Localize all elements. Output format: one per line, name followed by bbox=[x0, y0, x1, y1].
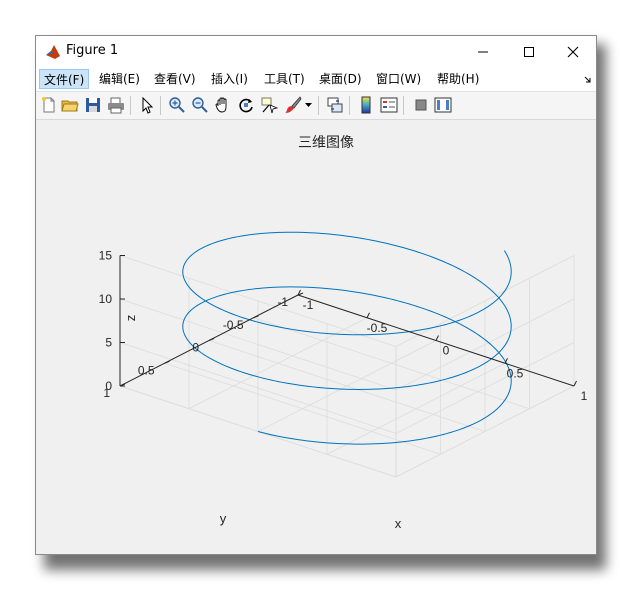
figure-window: Figure 1 文件(F) 编辑(E) 查看(V) 插入(I) 工具(T) 桌… bbox=[35, 35, 597, 555]
toolbar-separator bbox=[349, 96, 350, 115]
y-tick-label: 0.5 bbox=[138, 363, 155, 377]
menu-file[interactable]: 文件(F) bbox=[39, 69, 90, 89]
menu-edit[interactable]: 编辑(E) bbox=[95, 69, 144, 89]
toolbar-separator bbox=[130, 96, 131, 115]
x-tick-mark bbox=[366, 312, 370, 318]
new-figure-icon[interactable] bbox=[40, 96, 58, 114]
zoom-in-icon[interactable] bbox=[168, 96, 186, 114]
window-title: Figure 1 bbox=[66, 43, 119, 58]
colorbar-icon[interactable] bbox=[357, 96, 375, 114]
rotate-3d-icon[interactable] bbox=[237, 96, 255, 114]
x-tick-label: -1 bbox=[303, 298, 314, 312]
close-button[interactable] bbox=[550, 36, 596, 67]
maximize-button[interactable] bbox=[506, 36, 552, 67]
menu-help[interactable]: 帮助(H) bbox=[433, 69, 483, 89]
figure-toolbar bbox=[36, 92, 596, 120]
menu-desktop[interactable]: 桌面(D) bbox=[315, 69, 366, 89]
y-tick-label: -0.5 bbox=[223, 318, 244, 332]
x-tick-mark bbox=[435, 335, 439, 341]
brush-icon[interactable] bbox=[284, 96, 302, 114]
menu-insert[interactable]: 插入(I) bbox=[207, 69, 252, 89]
helix-line bbox=[182, 231, 512, 445]
maximize-icon bbox=[524, 46, 534, 57]
menu-view[interactable]: 查看(V) bbox=[150, 69, 200, 89]
toolbar-separator bbox=[403, 96, 404, 115]
print-icon[interactable] bbox=[107, 96, 125, 114]
z-tick-label: 5 bbox=[105, 336, 112, 350]
menu-window[interactable]: 窗口(W) bbox=[372, 69, 425, 89]
figure-canvas: 三维图像 0 5 10 15 -1 -0.5 0 0.5 1 -1 -0.5 0 0.5 1 x y z bbox=[36, 120, 596, 554]
toolbar-separator bbox=[318, 96, 319, 115]
pan-icon[interactable] bbox=[214, 96, 232, 114]
save-icon[interactable] bbox=[84, 96, 102, 114]
brush-dropdown-icon[interactable] bbox=[305, 103, 312, 108]
z-tick-label: 15 bbox=[99, 249, 113, 263]
toolbar-separator bbox=[160, 96, 161, 115]
hide-plot-tools-icon[interactable] bbox=[412, 96, 430, 114]
plot-title: 三维图像 bbox=[298, 135, 354, 151]
z-tick-label: 10 bbox=[99, 292, 113, 306]
x-tick-label: 0 bbox=[443, 344, 450, 358]
menu-bar: 文件(F) 编辑(E) 查看(V) 插入(I) 工具(T) 桌面(D) 窗口(W… bbox=[36, 67, 596, 92]
zoom-out-icon[interactable] bbox=[191, 96, 209, 114]
open-file-icon[interactable] bbox=[61, 96, 79, 114]
y-tick-label: 0 bbox=[192, 341, 199, 355]
y-axis-label: y bbox=[220, 511, 227, 526]
matlab-logo-icon bbox=[45, 44, 61, 60]
link-plot-icon[interactable] bbox=[326, 96, 344, 114]
edit-plot-icon[interactable] bbox=[138, 96, 156, 114]
plot-3d-axes[interactable]: 三维图像 051015-1-0.500.51-1-0.500.51 x y z bbox=[36, 120, 596, 554]
data-cursor-icon[interactable] bbox=[260, 96, 278, 114]
x-tick-label: 0.5 bbox=[507, 366, 524, 380]
x-axis-label: x bbox=[395, 516, 402, 531]
minimize-button[interactable] bbox=[460, 36, 506, 67]
legend-icon[interactable] bbox=[380, 96, 398, 114]
close-icon bbox=[567, 46, 579, 57]
dock-arrow-icon[interactable] bbox=[584, 76, 592, 84]
show-plot-tools-icon[interactable] bbox=[434, 96, 452, 114]
x-tick-label: 1 bbox=[581, 389, 588, 403]
z-axis-label: z bbox=[123, 315, 138, 322]
y-tick-label: -1 bbox=[277, 295, 288, 309]
minimize-icon bbox=[478, 51, 488, 52]
title-bar[interactable]: Figure 1 bbox=[36, 36, 596, 67]
menu-tools[interactable]: 工具(T) bbox=[260, 69, 309, 89]
y-tick-label: 1 bbox=[103, 386, 110, 400]
grid-line bbox=[326, 362, 506, 455]
x-tick-label: -0.5 bbox=[367, 321, 388, 335]
